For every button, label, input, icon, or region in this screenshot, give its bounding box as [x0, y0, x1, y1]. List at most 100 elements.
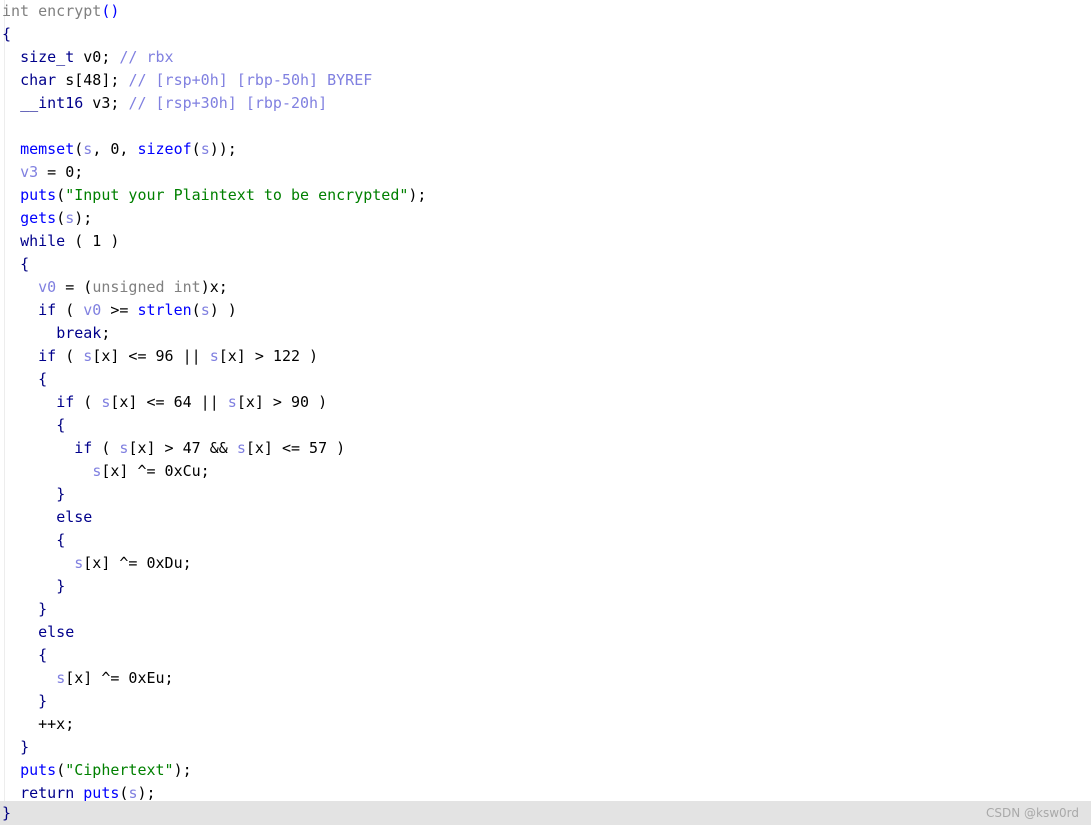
code-line[interactable]: { [0, 644, 426, 667]
code-token-pun: ++x; [38, 715, 75, 733]
code-line[interactable]: } [0, 598, 426, 621]
code-line[interactable]: puts("Ciphertext"); [0, 759, 426, 782]
code-line[interactable]: puts("Input your Plaintext to be encrypt… [0, 184, 426, 207]
code-token-pun [74, 784, 83, 801]
code-token-pun: ); [74, 209, 93, 227]
code-line[interactable]: break; [0, 322, 426, 345]
code-token-brc: } [56, 577, 66, 595]
code-token-pun: >= [101, 301, 138, 319]
code-token-pun: ( [92, 439, 120, 457]
code-token-brc: { [38, 646, 48, 664]
code-line[interactable]: v0 = (unsigned int)x; [0, 276, 426, 299]
code-line[interactable]: memset(s, 0, sizeof(s)); [0, 138, 426, 161]
pseudocode-text[interactable]: int encrypt(){ size_t v0; // rbx char s[… [0, 0, 426, 801]
code-token-pun: ( [56, 186, 66, 204]
code-token-brc: } [56, 485, 66, 503]
code-line[interactable]: } [0, 575, 426, 598]
code-token-kw: __int16 [20, 94, 84, 112]
code-token-pun: [x] > 47 && [128, 439, 237, 457]
code-token-var: s [83, 140, 93, 158]
code-line[interactable]: { [0, 529, 426, 552]
code-token-str: "Input your Plaintext to be encrypted" [65, 186, 409, 204]
pseudocode-view[interactable]: int encrypt(){ size_t v0; // rbx char s[… [0, 0, 1091, 801]
code-line[interactable]: else [0, 621, 426, 644]
code-line[interactable]: gets(s); [0, 207, 426, 230]
code-token-kw: if [56, 393, 75, 411]
code-token-pun: ; [101, 324, 111, 342]
code-token-var: s [92, 462, 102, 480]
code-line[interactable]: if ( s[x] <= 64 || s[x] > 90 ) [0, 391, 426, 414]
code-token-pun: )); [209, 140, 237, 158]
code-token-fn: strlen [137, 301, 192, 319]
code-token-pun: [x] ^= 0xEu; [65, 669, 174, 687]
code-token-var: s [65, 209, 75, 227]
code-token-var: s [56, 669, 66, 687]
code-token-brc: { [56, 416, 66, 434]
code-token-fn: puts [83, 784, 120, 801]
code-token-var: s [209, 347, 219, 365]
code-line[interactable] [0, 115, 426, 138]
code-token-pun: s[48]; [56, 71, 129, 89]
code-line[interactable]: __int16 v3; // [rsp+30h] [rbp-20h] [0, 92, 426, 115]
code-line[interactable]: if ( s[x] > 47 && s[x] <= 57 ) [0, 437, 426, 460]
code-line[interactable]: { [0, 23, 426, 46]
code-token-kw: if [38, 301, 57, 319]
code-line[interactable]: } [0, 690, 426, 713]
code-token-pun: , 0, [92, 140, 138, 158]
code-token-pun: ( [56, 209, 66, 227]
code-token-brc: } [38, 692, 48, 710]
code-line[interactable]: while ( 1 ) [0, 230, 426, 253]
code-line[interactable]: v3 = 0; [0, 161, 426, 184]
code-line[interactable]: { [0, 414, 426, 437]
code-token-fn: () [101, 2, 120, 20]
code-token-pun: )x; [200, 278, 228, 296]
code-line[interactable]: int encrypt() [0, 0, 426, 23]
code-line[interactable]: if ( v0 >= strlen(s) ) [0, 299, 426, 322]
code-token-kw: return [20, 784, 75, 801]
code-line[interactable]: ++x; [0, 713, 426, 736]
code-line[interactable]: s[x] ^= 0xDu; [0, 552, 426, 575]
code-line[interactable]: return puts(s); [0, 782, 426, 801]
code-token-kw: char [20, 71, 57, 89]
code-token-typ: int [2, 2, 39, 20]
code-token-pun: [x] ^= 0xDu; [83, 554, 192, 572]
code-token-pun: ) ) [209, 301, 237, 319]
code-line[interactable]: size_t v0; // rbx [0, 46, 426, 69]
code-line[interactable]: else [0, 506, 426, 529]
code-token-pun: ( [56, 761, 66, 779]
code-line[interactable]: if ( s[x] <= 96 || s[x] > 122 ) [0, 345, 426, 368]
code-line[interactable]: s[x] ^= 0xCu; [0, 460, 426, 483]
code-line[interactable]: char s[48]; // [rsp+0h] [rbp-50h] BYREF [0, 69, 426, 92]
function-closing-brace: } [2, 804, 12, 822]
code-token-pun: v0; [74, 48, 120, 66]
code-token-cmt: // [rsp+0h] [rbp-50h] BYREF [128, 71, 373, 89]
code-line[interactable]: { [0, 368, 426, 391]
code-token-pun: ); [173, 761, 192, 779]
code-token-pun: = 0; [38, 163, 84, 181]
code-token-var: s [74, 554, 84, 572]
code-token-brc: { [56, 531, 66, 549]
code-token-pun: [x] > 122 ) [218, 347, 319, 365]
code-token-var: s [200, 140, 210, 158]
code-token-pun: [x] <= 96 || [92, 347, 210, 365]
code-token-fn: gets [20, 209, 57, 227]
code-token-str: "Ciphertext" [65, 761, 174, 779]
code-line[interactable]: } [0, 736, 426, 759]
code-line[interactable]: } [0, 483, 426, 506]
code-line[interactable]: s[x] ^= 0xEu; [0, 667, 426, 690]
code-line[interactable]: { [0, 253, 426, 276]
